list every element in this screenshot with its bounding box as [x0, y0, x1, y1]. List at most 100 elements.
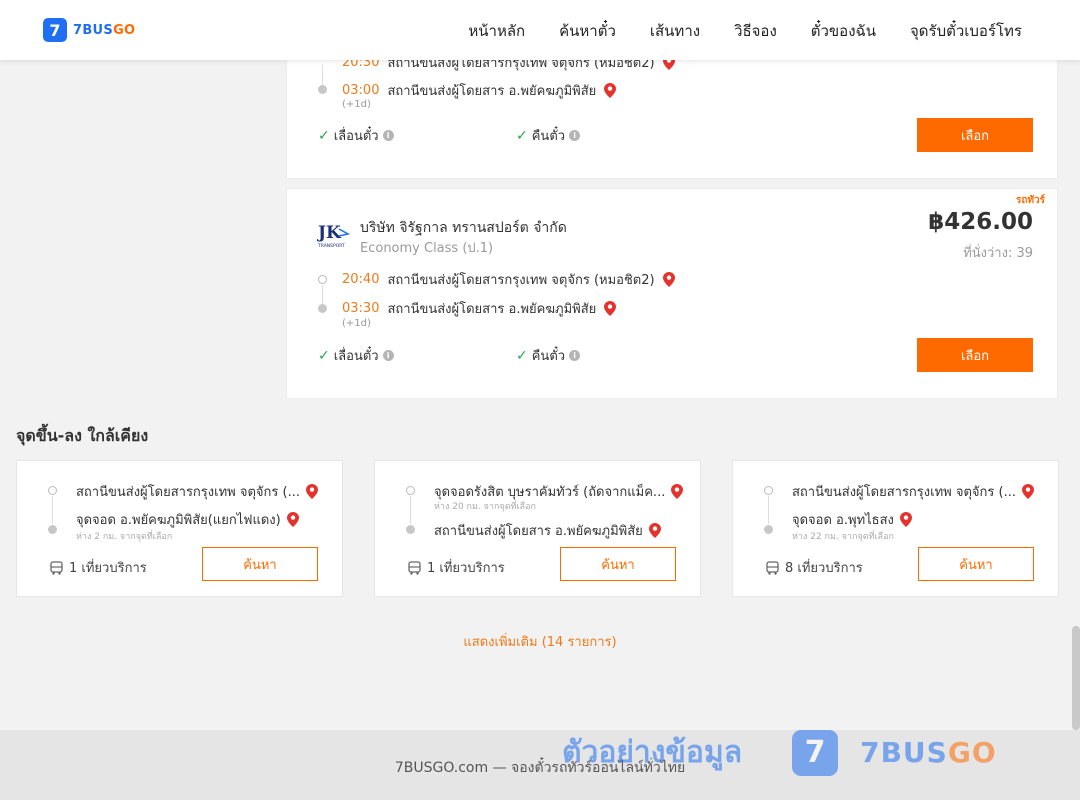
trip-count: 8 เที่ยวบริการ — [766, 557, 863, 578]
watermark-name: 7BUSGO — [860, 736, 997, 769]
info-icon[interactable]: i — [382, 350, 394, 361]
logo-mark: 7 — [43, 18, 67, 42]
logo-text-a: 7BUS — [73, 22, 114, 38]
check-icon: ✓ — [516, 127, 528, 144]
timeline-end-dot — [318, 304, 327, 313]
bus-icon — [408, 560, 421, 575]
watermark-name-b: GO — [947, 736, 997, 769]
watermark-name-a: 7BUS — [860, 736, 948, 769]
nearby-stop-card: สถานีขนส่งผู้โดยสารกรุงเทพ จตุจักร (... … — [732, 460, 1059, 597]
timeline-start-dot — [764, 486, 773, 495]
from-stop-distance: ห่าง 20 กม. จากจุดที่เลือก — [434, 502, 536, 512]
to-stop-name: จุดจอด อ.พุทไธสง — [792, 513, 894, 528]
depart-row: 20:40 สถานีขนส่งผู้โดยสารกรุงเทพ จตุจักร… — [342, 269, 675, 290]
check-icon: ✓ — [516, 347, 528, 364]
timeline-end-dot — [406, 525, 415, 534]
search-route-button[interactable]: ค้นหา — [560, 547, 676, 581]
check-icon: ✓ — [318, 347, 330, 364]
nearby-stop-card: สถานีขนส่งผู้โดยสารกรุงเทพ จตุจักร (... … — [16, 460, 343, 597]
operator-logo: JK TRANSPORT — [317, 223, 351, 249]
select-trip-button[interactable]: เลือก — [917, 338, 1033, 372]
timeline-start-dot — [48, 486, 57, 495]
search-route-button[interactable]: ค้นหา — [202, 547, 318, 581]
timeline-start-dot — [406, 486, 415, 495]
refund-label: คืนตั๋ว — [531, 129, 566, 144]
to-stop-name: จุดจอด อ.พยัคฆภูมิพิสัย(แยกไฟแดง) — [76, 513, 281, 528]
reschedule-feature: ✓ เลื่อนตั๋ว i — [318, 125, 394, 146]
nav-routes[interactable]: เส้นทาง — [650, 19, 700, 43]
map-pin-icon[interactable] — [662, 272, 675, 287]
bus-type-tag: รถทัวร์ — [1015, 195, 1045, 206]
map-pin-icon[interactable] — [305, 484, 318, 499]
trip-card: รถทัวร์ JK TRANSPORT บริษัท จิรัฐกาล ทรา… — [286, 188, 1058, 399]
map-pin-icon[interactable] — [648, 523, 661, 538]
reschedule-label: เลื่อนตั๋ว — [333, 349, 379, 364]
logo-text-b: GO — [113, 22, 136, 38]
watermark: ตัวอย่างข้อมูล 7 7BUSGO — [562, 729, 997, 776]
from-stop-name: สถานีขนส่งผู้โดยสารกรุงเทพ จตุจักร (... — [76, 485, 300, 500]
from-stop: สถานีขนส่งผู้โดยสารกรุงเทพ จตุจักร (... — [76, 481, 318, 502]
site-logo[interactable]: 7 7BUSGO — [43, 18, 135, 42]
operator-logo-letters: JK — [317, 223, 342, 243]
depart-station: สถานีขนส่งผู้โดยสารกรุงเทพ จตุจักร (หมอช… — [387, 273, 655, 288]
refund-label: คืนตั๋ว — [531, 349, 566, 364]
timeline-end-dot — [48, 525, 57, 534]
watermark-brand: 7 7BUSGO — [792, 729, 997, 776]
from-stop: สถานีขนส่งผู้โดยสารกรุงเทพ จตุจักร (... — [792, 481, 1034, 502]
trip-count-label: 1 เที่ยวบริการ — [427, 561, 505, 576]
timeline-line — [410, 496, 411, 524]
refund-feature: ✓ คืนตั๋ว i — [516, 125, 581, 146]
timeline-end-dot — [318, 85, 327, 94]
timeline-start-dot — [318, 275, 327, 284]
to-stop-name: สถานีขนส่งผู้โดยสาร อ.พยัคฆภูมิพิสัย — [434, 524, 643, 539]
next-day-label: (+1d) — [342, 318, 371, 329]
top-navbar: 7 7BUSGO หน้าหลัก ค้นหาตั๋ว เส้นทาง วิธี… — [0, 0, 1080, 60]
to-stop: จุดจอด อ.พยัคฆภูมิพิสัย(แยกไฟแดง) — [76, 509, 299, 530]
seats-available: ที่นั่งว่าง: 39 — [963, 246, 1033, 261]
map-pin-icon[interactable] — [604, 83, 617, 98]
select-trip-button[interactable]: เลือก — [917, 118, 1033, 152]
from-stop-name: สถานีขนส่งผู้โดยสารกรุงเทพ จตุจักร (... — [792, 485, 1016, 500]
map-pin-icon[interactable] — [286, 512, 299, 527]
arrive-row: 03:30 สถานีขนส่งผู้โดยสาร อ.พยัคฆภูมิพิส… — [342, 298, 617, 319]
map-pin-icon[interactable] — [899, 512, 912, 527]
info-icon[interactable]: i — [382, 130, 394, 141]
arrive-station: สถานีขนส่งผู้โดยสาร อ.พยัคฆภูมิพิสัย — [387, 302, 597, 317]
trip-count: 1 เที่ยวบริการ — [408, 557, 505, 578]
depart-time: 20:40 — [342, 272, 380, 287]
reschedule-feature: ✓ เลื่อนตั๋ว i — [318, 345, 394, 366]
search-route-button[interactable]: ค้นหา — [918, 547, 1034, 581]
nav-search-tickets[interactable]: ค้นหาตั๋ว — [559, 19, 616, 43]
bus-class: Economy Class (ป.1) — [360, 241, 494, 256]
arrive-station: สถานีขนส่งผู้โดยสาร อ.พยัคฆภูมิพิสัย — [387, 84, 597, 99]
map-pin-icon[interactable] — [604, 301, 617, 316]
trip-count-label: 8 เที่ยวบริการ — [785, 561, 863, 576]
reschedule-label: เลื่อนตั๋ว — [333, 129, 379, 144]
arrive-time: 03:00 — [342, 83, 380, 98]
timeline-line — [322, 65, 323, 85]
nav-home[interactable]: หน้าหลัก — [468, 19, 525, 43]
arrive-time: 03:30 — [342, 301, 380, 316]
bus-icon — [50, 560, 63, 575]
timeline-end-dot — [764, 525, 773, 534]
info-icon[interactable]: i — [569, 350, 581, 361]
timeline-line — [768, 496, 769, 524]
nav-how-to-book[interactable]: วิธีจอง — [734, 19, 777, 43]
map-pin-icon[interactable] — [1021, 484, 1034, 499]
page-scrollbar[interactable] — [1072, 626, 1080, 730]
watermark-text: ตัวอย่างข้อมูล — [562, 735, 743, 770]
info-icon[interactable]: i — [569, 130, 581, 141]
to-stop-distance: ห่าง 2 กม. จากจุดที่เลือก — [76, 532, 173, 542]
nav-my-tickets[interactable]: ตั๋วของฉัน — [811, 19, 876, 43]
timeline-line — [322, 285, 323, 304]
next-day-label: (+1d) — [342, 99, 371, 110]
ticket-price: ฿426.00 — [928, 209, 1033, 235]
map-pin-icon[interactable] — [671, 484, 684, 499]
arrive-row: 03:00 สถานีขนส่งผู้โดยสาร อ.พยัคฆภูมิพิส… — [342, 80, 617, 101]
nav-ticket-pickup[interactable]: จุดรับตั๋วเบอร์โทร — [910, 19, 1022, 43]
bus-icon — [766, 560, 779, 575]
show-more-link[interactable]: แสดงเพิ่มเติม (14 รายการ) — [0, 631, 1080, 652]
nearby-stop-card: จุดจอดรังสิต บุษราคัมทัวร์ (ถัดจากแม็ค..… — [374, 460, 701, 597]
to-stop-distance: ห่าง 22 กม. จากจุดที่เลือก — [792, 532, 894, 542]
logo-text: 7BUSGO — [73, 23, 135, 38]
